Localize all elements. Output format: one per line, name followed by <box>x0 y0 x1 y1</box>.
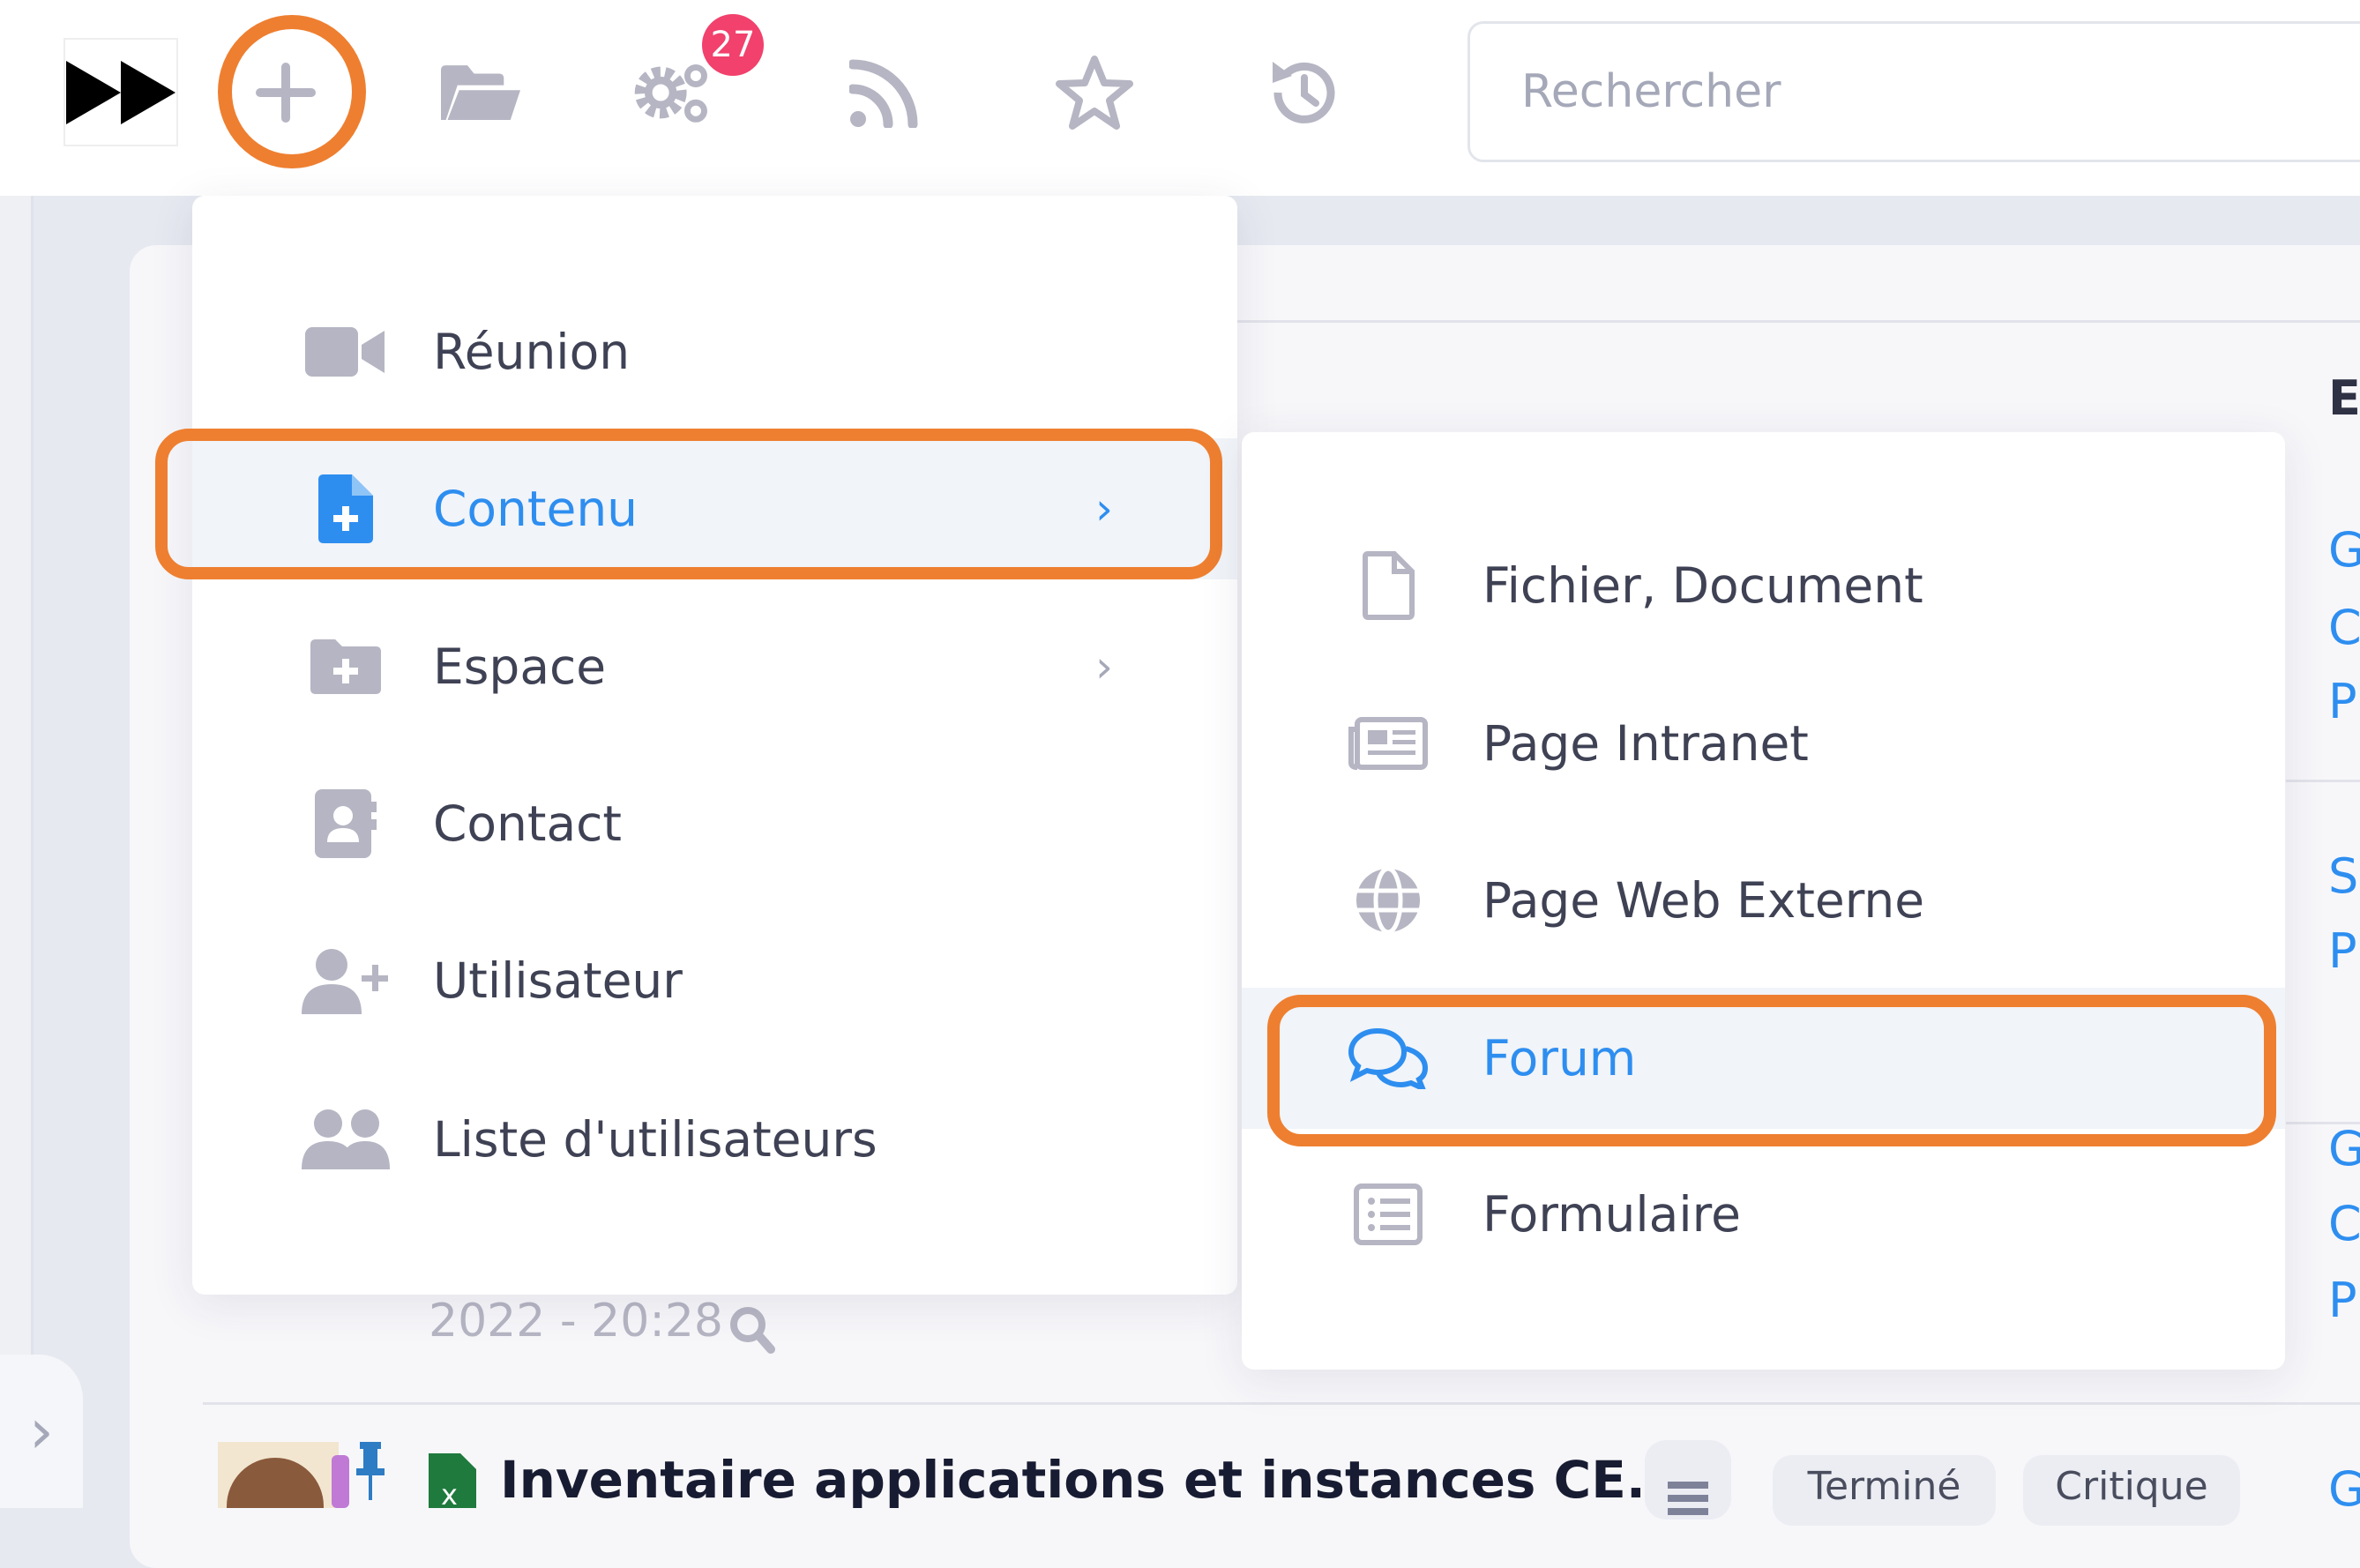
submenu-item-fichier[interactable]: Fichier, Document <box>1242 515 2285 656</box>
users-icon <box>302 1100 390 1179</box>
submenu-item-formulaire[interactable]: Formulaire <box>1242 1144 2285 1285</box>
menu-item-contact[interactable]: Contact <box>192 753 1237 894</box>
menu-item-espace[interactable]: Espace › <box>192 596 1237 737</box>
file-icon <box>1344 546 1432 625</box>
excel-file-icon: x <box>429 1453 476 1508</box>
link-text[interactable]: C <box>2328 600 2360 655</box>
divider <box>203 1402 2360 1405</box>
folder-open-icon[interactable] <box>441 53 520 132</box>
search-input[interactable]: Rechercher <box>1468 21 2360 162</box>
star-icon[interactable] <box>1055 53 1134 132</box>
forum-highlight <box>1267 995 2276 1146</box>
globe-icon <box>1344 861 1432 940</box>
chevron-right-icon: › <box>29 1395 54 1467</box>
divider <box>2286 780 2360 782</box>
video-icon <box>302 312 390 392</box>
timestamp: 2022 - 20:28 <box>429 1295 724 1348</box>
row-title[interactable]: Inventaire applications et instances CE.… <box>500 1450 1684 1510</box>
pin-icon <box>356 1442 385 1500</box>
sidebar-expand-button[interactable]: › <box>0 1355 83 1508</box>
gears-icon[interactable] <box>633 53 713 132</box>
plus-button-highlight <box>218 15 366 168</box>
create-menu: Réunion Contenu › Espace › Contact Utili… <box>192 196 1237 1295</box>
svg-text:x: x <box>441 1478 458 1508</box>
submenu-item-page-intranet[interactable]: Page Intranet <box>1242 673 2285 814</box>
menu-item-liste-utilisateurs[interactable]: Liste d'utilisateurs <box>192 1069 1237 1210</box>
contenu-highlight <box>155 429 1222 579</box>
folder-plus-icon <box>302 627 390 706</box>
history-icon[interactable] <box>1264 53 1343 132</box>
newspaper-icon <box>1344 704 1432 783</box>
link-text[interactable]: P <box>2328 674 2357 729</box>
link-text[interactable]: P <box>2328 923 2357 979</box>
divider <box>1237 320 2360 323</box>
menu-item-reunion[interactable]: Réunion <box>192 281 1237 422</box>
link-text[interactable]: G <box>2328 1121 2360 1176</box>
address-book-icon <box>302 784 390 863</box>
user-plus-icon <box>302 941 390 1020</box>
submenu-item-page-web-externe[interactable]: Page Web Externe <box>1242 830 2285 971</box>
fast-forward-logo[interactable] <box>63 38 178 146</box>
link-text[interactable]: P <box>2328 1273 2357 1328</box>
link-text[interactable]: G <box>2328 1461 2360 1517</box>
priority-badge: Critique <box>2023 1455 2240 1526</box>
column-header: Es <box>2328 370 2360 426</box>
tag-color-marker <box>332 1455 349 1508</box>
status-badge: Terminé <box>1773 1455 1996 1526</box>
menu-item-utilisateur[interactable]: Utilisateur <box>192 910 1237 1051</box>
contenu-submenu: Fichier, Document Page Intranet Page Web… <box>1242 432 2285 1370</box>
link-text[interactable]: S <box>2328 848 2358 904</box>
menu-icon <box>1668 1482 1708 1489</box>
list-form-icon <box>1344 1175 1432 1254</box>
rss-icon[interactable] <box>845 53 924 132</box>
notification-badge: 27 <box>702 14 764 76</box>
left-sidebar <box>0 196 34 1508</box>
avatar <box>218 1442 339 1508</box>
link-text[interactable]: G <box>2328 522 2360 578</box>
link-text[interactable]: C <box>2328 1196 2360 1251</box>
chevron-right-icon: › <box>1095 641 1113 692</box>
search-icon[interactable] <box>727 1303 776 1356</box>
